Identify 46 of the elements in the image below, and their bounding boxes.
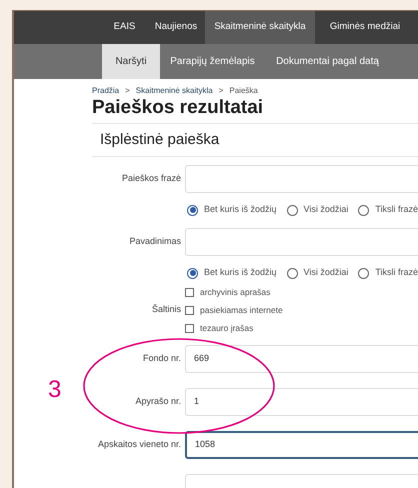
input-field[interactable]: 669 — [185, 344, 418, 372]
radio-button[interactable] — [187, 268, 198, 278]
field-label: Apskaitos vieneto nr. — [98, 438, 181, 451]
section-title: Išplėstinė paieška — [99, 130, 220, 150]
radio-label: Visi žodžiai — [304, 266, 348, 280]
input-field[interactable] — [185, 164, 418, 192]
subnav-tab[interactable]: Parapijų žemėlapis — [160, 44, 265, 79]
breadcrumb-separator: > — [218, 85, 224, 97]
breadcrumb-link[interactable]: Pradžia — [92, 85, 120, 97]
checkbox[interactable] — [185, 324, 194, 332]
radio-button[interactable] — [286, 268, 298, 278]
nav-tab[interactable]: Naujienos — [147, 11, 205, 44]
page-title: Paieškos rezultatai — [91, 97, 264, 119]
input-field[interactable]: 1 — [185, 388, 418, 416]
field-label: Šaltinis — [152, 303, 181, 316]
field-label: Pavadinimas — [129, 234, 181, 248]
radio-button[interactable] — [358, 204, 370, 216]
nav-tab[interactable]: Skaitmeninė skaitykla — [205, 11, 315, 44]
input-field[interactable] — [185, 228, 418, 256]
field-label: Apyrašo nr. — [135, 394, 181, 408]
breadcrumb-separator: > — [125, 85, 130, 97]
field-label: Paieškos frazė — [122, 172, 181, 185]
radio-button[interactable] — [187, 204, 198, 216]
field-value: 1058 — [195, 438, 216, 451]
breadcrumb-link[interactable]: Skaitmeninė skaitykla — [136, 85, 213, 97]
checkbox[interactable] — [185, 288, 194, 296]
field-value: 1 — [194, 394, 200, 408]
radio-label: Tiksli frazė — [375, 266, 418, 280]
radio-button[interactable] — [358, 268, 370, 278]
radio-button[interactable] — [286, 204, 298, 216]
radio-label: Bet kuris iš žodžių — [204, 203, 277, 216]
checkbox-label: tezauro įrašas — [200, 322, 254, 334]
field-label: Fondo nr. — [142, 352, 181, 365]
subnav-tab[interactable]: Dokumentai pagal datą — [265, 44, 390, 79]
checkbox[interactable] — [185, 306, 194, 314]
subnav-tab[interactable]: Naršyti — [102, 44, 160, 79]
radio-label: Visi žodžiai — [304, 203, 348, 216]
annotation-number: 3 — [48, 375, 62, 405]
checkbox-label: archyvinis aprašas — [200, 286, 270, 298]
nav-tab[interactable]: EAIS — [102, 11, 147, 44]
checkbox-label: pasiekiamas internete — [200, 304, 283, 316]
radio-label: Tiksli frazė — [375, 203, 418, 216]
input-field[interactable]: 1058 — [185, 430, 418, 458]
field-value: 669 — [194, 352, 210, 365]
radio-label: Bet kuris iš žodžių — [204, 266, 277, 280]
nav-tab[interactable]: Giminės medžiai — [315, 11, 415, 44]
